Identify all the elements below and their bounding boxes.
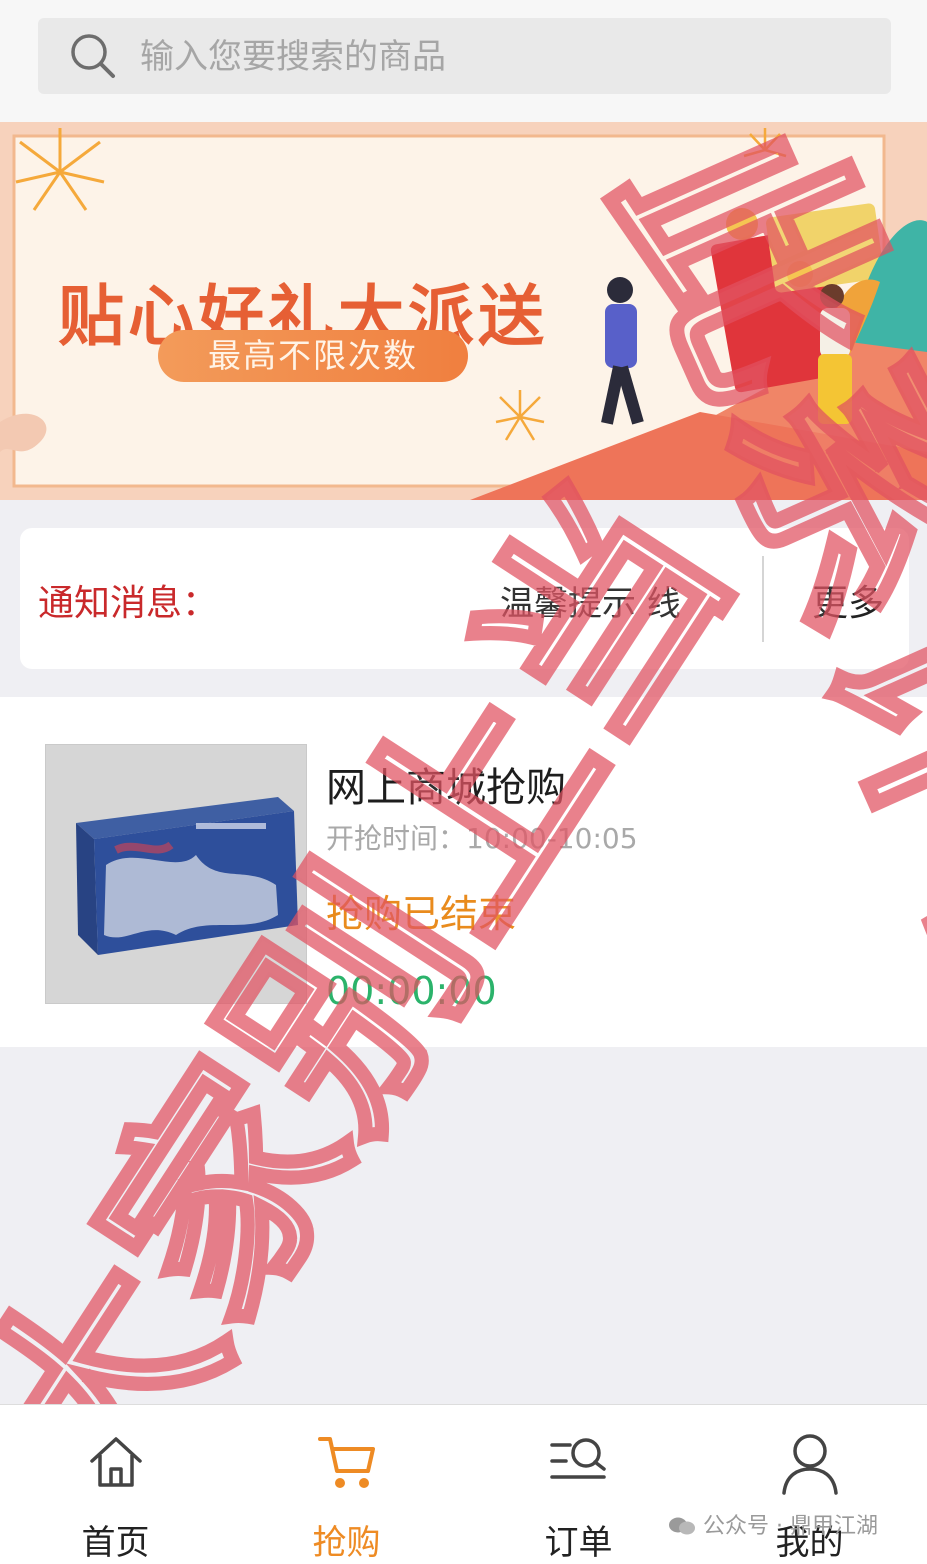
sale-time-value: 10:00-10:05 (466, 822, 638, 855)
promo-banner[interactable]: 贴心好礼大派送 最高不限次数 (0, 122, 927, 500)
product-box-image (46, 745, 306, 1003)
search-bar (0, 0, 927, 122)
product-sale-time: 开抢时间：10:00-10:05 (326, 817, 638, 857)
mp-tag-prefix: 公众号 · (703, 1514, 790, 1539)
notice-marquee-text[interactable]: 温馨提示 线 (500, 576, 681, 625)
search-input[interactable] (138, 18, 862, 96)
flash-sale-card[interactable]: 网上商城抢购 开抢时间：10:00-10:05 抢购已结束 00:00:00 (0, 697, 927, 1047)
tab-orders-label: 订单 (544, 1523, 613, 1563)
search-icon (71, 34, 115, 78)
tab-profile[interactable]: 我的 (694, 1405, 925, 1564)
user-icon (781, 1434, 838, 1495)
order-list-icon (549, 1438, 606, 1479)
wechat-icon (669, 1517, 695, 1535)
notice-divider (762, 556, 764, 642)
sale-status: 抢购已结束 (326, 892, 517, 936)
tab-orders[interactable]: 订单 (463, 1405, 694, 1564)
sale-time-label: 开抢时间： (326, 822, 467, 855)
tab-flash-sale[interactable]: 抢购 (231, 1405, 462, 1564)
search-box[interactable] (38, 18, 891, 96)
tab-home-label: 首页 (81, 1523, 150, 1563)
cart-icon (317, 1437, 375, 1488)
product-name: 网上商城抢购 (326, 765, 566, 811)
mp-tag-name: 鼎甲江湖 (789, 1514, 878, 1539)
tab-home[interactable]: 首页 (0, 1405, 231, 1564)
wechat-mp-watermark: 公众号 · 鼎甲江湖 (668, 1508, 878, 1540)
notice-label: 通知消息： (38, 583, 219, 624)
product-image[interactable] (45, 744, 307, 1004)
countdown-timer: 00:00:00 (326, 969, 497, 1013)
home-icon (89, 1437, 142, 1487)
notice-more-link[interactable]: 更多 (812, 574, 884, 626)
tab-flash-sale-label: 抢购 (312, 1523, 381, 1563)
bottom-tab-bar: 首页 抢购 订单 我的 (0, 1404, 927, 1564)
screen: 贴心好礼大派送 最高不限次数 通知消息： 温馨提示 线 更多 网上商城抢购 开抢… (0, 0, 927, 1564)
notice-bar: 通知消息： 温馨提示 线 更多 (20, 528, 909, 669)
banner-subtitle-pill: 最高不限次数 (158, 330, 468, 382)
